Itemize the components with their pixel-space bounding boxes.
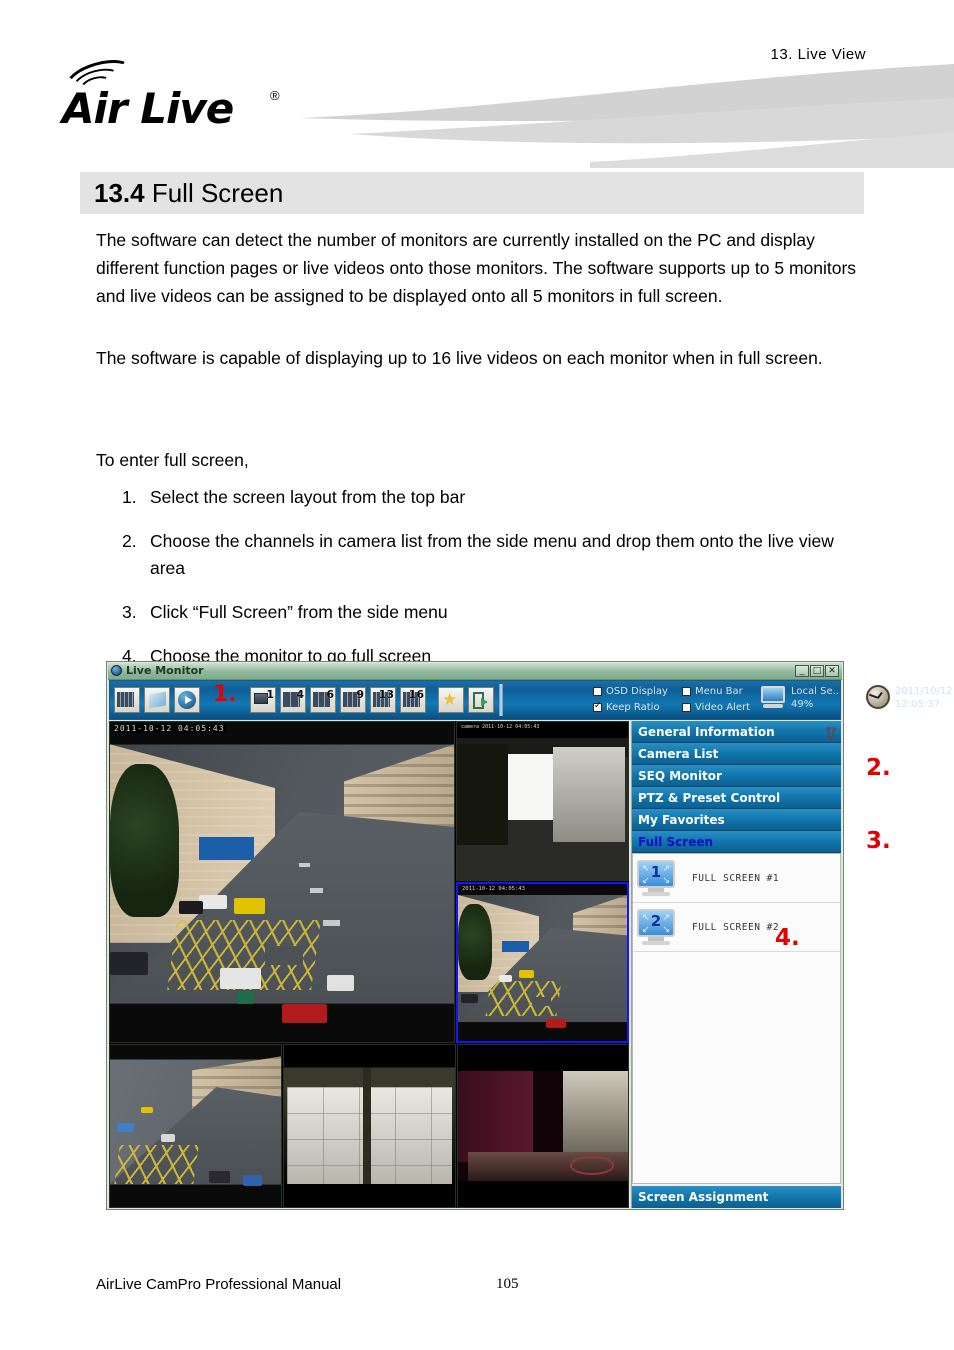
video-cell-bottom-3[interactable] xyxy=(457,1044,629,1208)
list-item[interactable]: ↖ ↗ ↙ ↘ 2 FULL SCREEN #2 xyxy=(633,903,840,952)
sidebar-item-label: General Information xyxy=(638,725,775,739)
annotation-4: 4. xyxy=(775,925,800,951)
step-number: 1. xyxy=(122,487,137,507)
list-item[interactable]: ↖ ↗ ↙ ↘ 1 FULL SCREEN #1 xyxy=(633,854,840,903)
layout-13-icon[interactable]: 13 xyxy=(370,687,396,713)
monitor-icon: ↖ ↗ ↙ ↘ 2 xyxy=(636,909,676,945)
clock-date: 2011/10/12 xyxy=(895,686,953,697)
osd-display-checkbox[interactable] xyxy=(593,686,602,696)
sidebar-item-general-information[interactable]: General Information xyxy=(632,721,841,743)
video-alert-checkbox[interactable] xyxy=(682,702,691,712)
video-cell-mid-right[interactable]: 2011-10-12 04:05:43 xyxy=(456,882,629,1043)
app-icon xyxy=(111,665,122,676)
footer-manual-title: AirLive CamPro Professional Manual xyxy=(96,1276,342,1293)
sidebar-item-my-favorites[interactable]: My Favorites xyxy=(632,809,841,831)
video-cell-top-right[interactable]: camera 2011-10-12 04:05:43 xyxy=(456,721,629,881)
logo-registered-mark: ® xyxy=(270,88,280,103)
sidebar-item-label: PTZ & Preset Control xyxy=(638,791,781,805)
annotation-3: 3. xyxy=(866,828,891,854)
keep-ratio-checkbox[interactable] xyxy=(593,701,602,712)
sidebar-item-label: My Favorites xyxy=(638,813,725,827)
page-number: 105 xyxy=(496,1276,519,1292)
snapshot-icon[interactable] xyxy=(144,687,170,713)
close-icon[interactable]: ✕ xyxy=(825,665,839,677)
menu-bar-label: Menu Bar xyxy=(695,685,743,697)
favorites-star-icon[interactable]: ★ xyxy=(438,687,464,713)
pin-icon[interactable] xyxy=(826,725,836,740)
video-cell-bottom-2[interactable] xyxy=(283,1044,456,1208)
section-heading-band: 13.4 Full Screen xyxy=(80,172,864,214)
paragraph-2: The software is capable of displaying up… xyxy=(96,348,823,368)
video-cell-bottom-1[interactable] xyxy=(109,1044,282,1208)
minimize-icon[interactable]: _ xyxy=(795,665,809,677)
video-cell-main[interactable]: 2011-10-12 04:05:43 xyxy=(109,721,455,1043)
page-footer: AirLive CamPro Professional Manual 105 xyxy=(96,1276,866,1293)
full-screen-monitor-list: ↖ ↗ ↙ ↘ 1 FULL SCREEN #1 ↖ ↗ ↙ ↘ 2 FULL … xyxy=(632,853,841,1184)
list-item: 1. Select the screen layout from the top… xyxy=(122,484,870,511)
video-osd-timestamp: camera 2011-10-12 04:05:43 xyxy=(459,724,542,730)
resource-value: 49% xyxy=(791,699,814,710)
split-view-icon[interactable] xyxy=(114,687,140,713)
clock-display: 2011/10/12 12:05:37 xyxy=(866,685,953,711)
annotation-2: 2. xyxy=(866,755,891,781)
toolbar-separator xyxy=(499,684,503,716)
exit-icon[interactable] xyxy=(468,687,494,713)
page-header: 13. Live View Air Live ® xyxy=(0,0,954,170)
logo-wordmark: Air Live xyxy=(62,84,234,133)
monitor-label: FULL SCREEN #2 xyxy=(692,921,780,933)
airlive-logo: Air Live ® xyxy=(60,52,302,133)
live-monitor-screenshot: Live Monitor _ □ ✕ 1 4 6 9 13 16 ★ OSD D… xyxy=(106,661,953,1210)
step-text: Select the screen layout from the top ba… xyxy=(150,487,466,507)
step-text: Choose the channels in camera list from … xyxy=(150,531,834,578)
video-osd-timestamp: 2011-10-12 04:05:43 xyxy=(112,724,227,733)
video-osd-timestamp: 2011-10-12 04:05:43 xyxy=(460,886,527,892)
maximize-icon[interactable]: □ xyxy=(810,665,824,677)
resource-label: Local Se.. xyxy=(791,686,839,697)
screen-assignment-button[interactable]: Screen Assignment xyxy=(632,1186,841,1208)
step-text: Click “Full Screen” from the side menu xyxy=(150,602,448,622)
layout-1-icon[interactable]: 1 xyxy=(250,687,276,713)
monitor-number: 2 xyxy=(650,912,662,930)
clock-time: 12:05:37 xyxy=(895,699,940,710)
list-item: 2. Choose the channels in camera list fr… xyxy=(122,528,870,582)
layout-16-icon[interactable]: 16 xyxy=(400,687,426,713)
sidebar-item-camera-list[interactable]: Camera List xyxy=(632,743,841,765)
annotation-1: 1. xyxy=(213,682,237,707)
resource-monitor: Local Se.. 49% xyxy=(760,685,839,711)
step-number: 2. xyxy=(122,531,137,551)
list-item: 3. Click “Full Screen” from the side men… xyxy=(122,599,870,626)
monitor-label: FULL SCREEN #1 xyxy=(692,872,780,884)
keep-ratio-label: Keep Ratio xyxy=(606,701,660,713)
sidebar-item-label: Camera List xyxy=(638,747,719,761)
layout-6-icon[interactable]: 6 xyxy=(310,687,336,713)
monitor-number: 1 xyxy=(650,863,662,881)
live-view-area: 2011-10-12 04:05:43 camera 2011-10-12 04… xyxy=(109,721,629,1208)
sidebar-item-label: SEQ Monitor xyxy=(638,769,722,783)
header-swoosh-graphic xyxy=(290,58,954,170)
layout-9-icon[interactable]: 9 xyxy=(340,687,366,713)
side-menu: General Information Camera List SEQ Moni… xyxy=(631,721,841,1208)
sidebar-item-full-screen[interactable]: Full Screen xyxy=(632,831,841,853)
section-title: Full Screen xyxy=(151,178,284,208)
sidebar-item-seq-monitor[interactable]: SEQ Monitor xyxy=(632,765,841,787)
window-titlebar: Live Monitor _ □ ✕ xyxy=(108,663,842,680)
step-number: 3. xyxy=(122,602,137,622)
play-icon[interactable] xyxy=(174,687,200,713)
menu-bar-checkbox[interactable] xyxy=(682,686,691,696)
window-title: Live Monitor xyxy=(126,664,204,677)
section-number: 13.4 xyxy=(94,178,145,208)
steps-intro: To enter full screen, xyxy=(96,450,249,470)
osd-display-label: OSD Display xyxy=(606,685,668,697)
sidebar-item-ptz-preset-control[interactable]: PTZ & Preset Control xyxy=(632,787,841,809)
sidebar-item-label: Full Screen xyxy=(638,835,714,849)
window-controls: _ □ ✕ xyxy=(795,665,839,677)
monitor-icon: ↖ ↗ ↙ ↘ 1 xyxy=(636,860,676,896)
paragraph-1: The software can detect the number of mo… xyxy=(96,230,857,306)
page-title: 13.4 Full Screen xyxy=(94,178,283,209)
video-alert-label: Video Alert xyxy=(695,701,750,713)
layout-4-icon[interactable]: 4 xyxy=(280,687,306,713)
steps-list: 1. Select the screen layout from the top… xyxy=(122,484,870,687)
